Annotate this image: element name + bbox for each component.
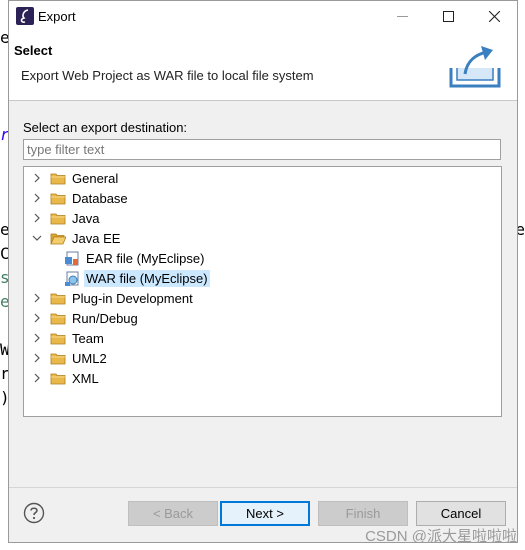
- folder-icon: [50, 211, 66, 225]
- page-description: Export Web Project as WAR file to local …: [21, 68, 314, 83]
- destination-tree[interactable]: General Database Java Java EE EAR file (…: [23, 166, 502, 417]
- folder-open-icon: [50, 231, 66, 245]
- chevron-down-icon[interactable]: [30, 231, 44, 245]
- close-button[interactable]: [471, 1, 517, 32]
- chevron-right-icon[interactable]: [30, 211, 44, 225]
- tree-item-label: Run/Debug: [72, 310, 138, 326]
- help-icon[interactable]: [23, 502, 45, 524]
- folder-icon: [50, 191, 66, 205]
- tree-item-label: EAR file (MyEclipse): [86, 250, 205, 266]
- tree-item-label: Java EE: [72, 230, 121, 246]
- tree-item-run-debug[interactable]: Run/Debug: [30, 308, 140, 328]
- chevron-right-icon[interactable]: [30, 331, 44, 345]
- minimize-icon: [396, 16, 408, 17]
- chevron-right-icon[interactable]: [30, 191, 44, 205]
- tree-item-team[interactable]: Team: [30, 328, 106, 348]
- footer-divider: [9, 487, 517, 488]
- folder-icon: [50, 171, 66, 185]
- folder-icon: [50, 351, 66, 365]
- tree-item-war-file[interactable]: WAR file (MyEclipse): [64, 268, 210, 288]
- export-wizard-icon: [447, 42, 503, 92]
- watermark: CSDN @派大星啦啦啦: [365, 528, 517, 545]
- eclipse-app-icon: [16, 7, 34, 25]
- maximize-button[interactable]: [425, 1, 471, 32]
- tree-item-java-ee[interactable]: Java EE: [30, 228, 122, 248]
- tree-item-label: XML: [72, 370, 99, 386]
- back-button[interactable]: < Back: [128, 501, 218, 526]
- tree-item-label: WAR file (MyEclipse): [84, 269, 210, 287]
- tree-item-ear-file[interactable]: EAR file (MyEclipse): [64, 248, 206, 268]
- chevron-right-icon[interactable]: [30, 311, 44, 325]
- folder-icon: [50, 371, 66, 385]
- export-dialog: Export Select Export Web Project as WAR …: [8, 0, 518, 543]
- tree-item-database[interactable]: Database: [30, 188, 130, 208]
- wizard-header: Select Export Web Project as WAR file to…: [9, 32, 517, 101]
- finish-button[interactable]: Finish: [318, 501, 408, 526]
- tree-item-label: UML2: [72, 350, 107, 366]
- close-icon: [488, 11, 500, 22]
- cancel-button[interactable]: Cancel: [416, 501, 506, 526]
- window-title: Export: [38, 9, 76, 24]
- ear-file-icon: [64, 251, 80, 266]
- folder-icon: [50, 331, 66, 345]
- tree-item-java[interactable]: Java: [30, 208, 101, 228]
- tree-item-label: Team: [72, 330, 104, 346]
- minimize-button[interactable]: [379, 1, 425, 32]
- tree-item-xml[interactable]: XML: [30, 368, 101, 388]
- page-title: Select: [14, 43, 53, 58]
- chevron-right-icon[interactable]: [30, 371, 44, 385]
- tree-item-uml2[interactable]: UML2: [30, 348, 109, 368]
- maximize-icon: [442, 11, 454, 22]
- tree-item-label: Database: [72, 190, 128, 206]
- next-button[interactable]: Next >: [220, 501, 310, 526]
- folder-icon: [50, 291, 66, 305]
- title-bar[interactable]: Export: [9, 1, 517, 32]
- tree-item-label: Plug-in Development: [72, 290, 193, 306]
- war-file-icon: [64, 271, 80, 286]
- chevron-right-icon[interactable]: [30, 351, 44, 365]
- destination-label: Select an export destination:: [23, 120, 188, 135]
- filter-input[interactable]: [23, 139, 501, 160]
- tree-item-general[interactable]: General: [30, 168, 120, 188]
- chevron-right-icon[interactable]: [30, 291, 44, 305]
- tree-item-plugin-development[interactable]: Plug-in Development: [30, 288, 195, 308]
- chevron-right-icon[interactable]: [30, 171, 44, 185]
- tree-item-label: Java: [72, 210, 100, 226]
- folder-icon: [50, 311, 66, 325]
- tree-item-label: General: [72, 170, 119, 186]
